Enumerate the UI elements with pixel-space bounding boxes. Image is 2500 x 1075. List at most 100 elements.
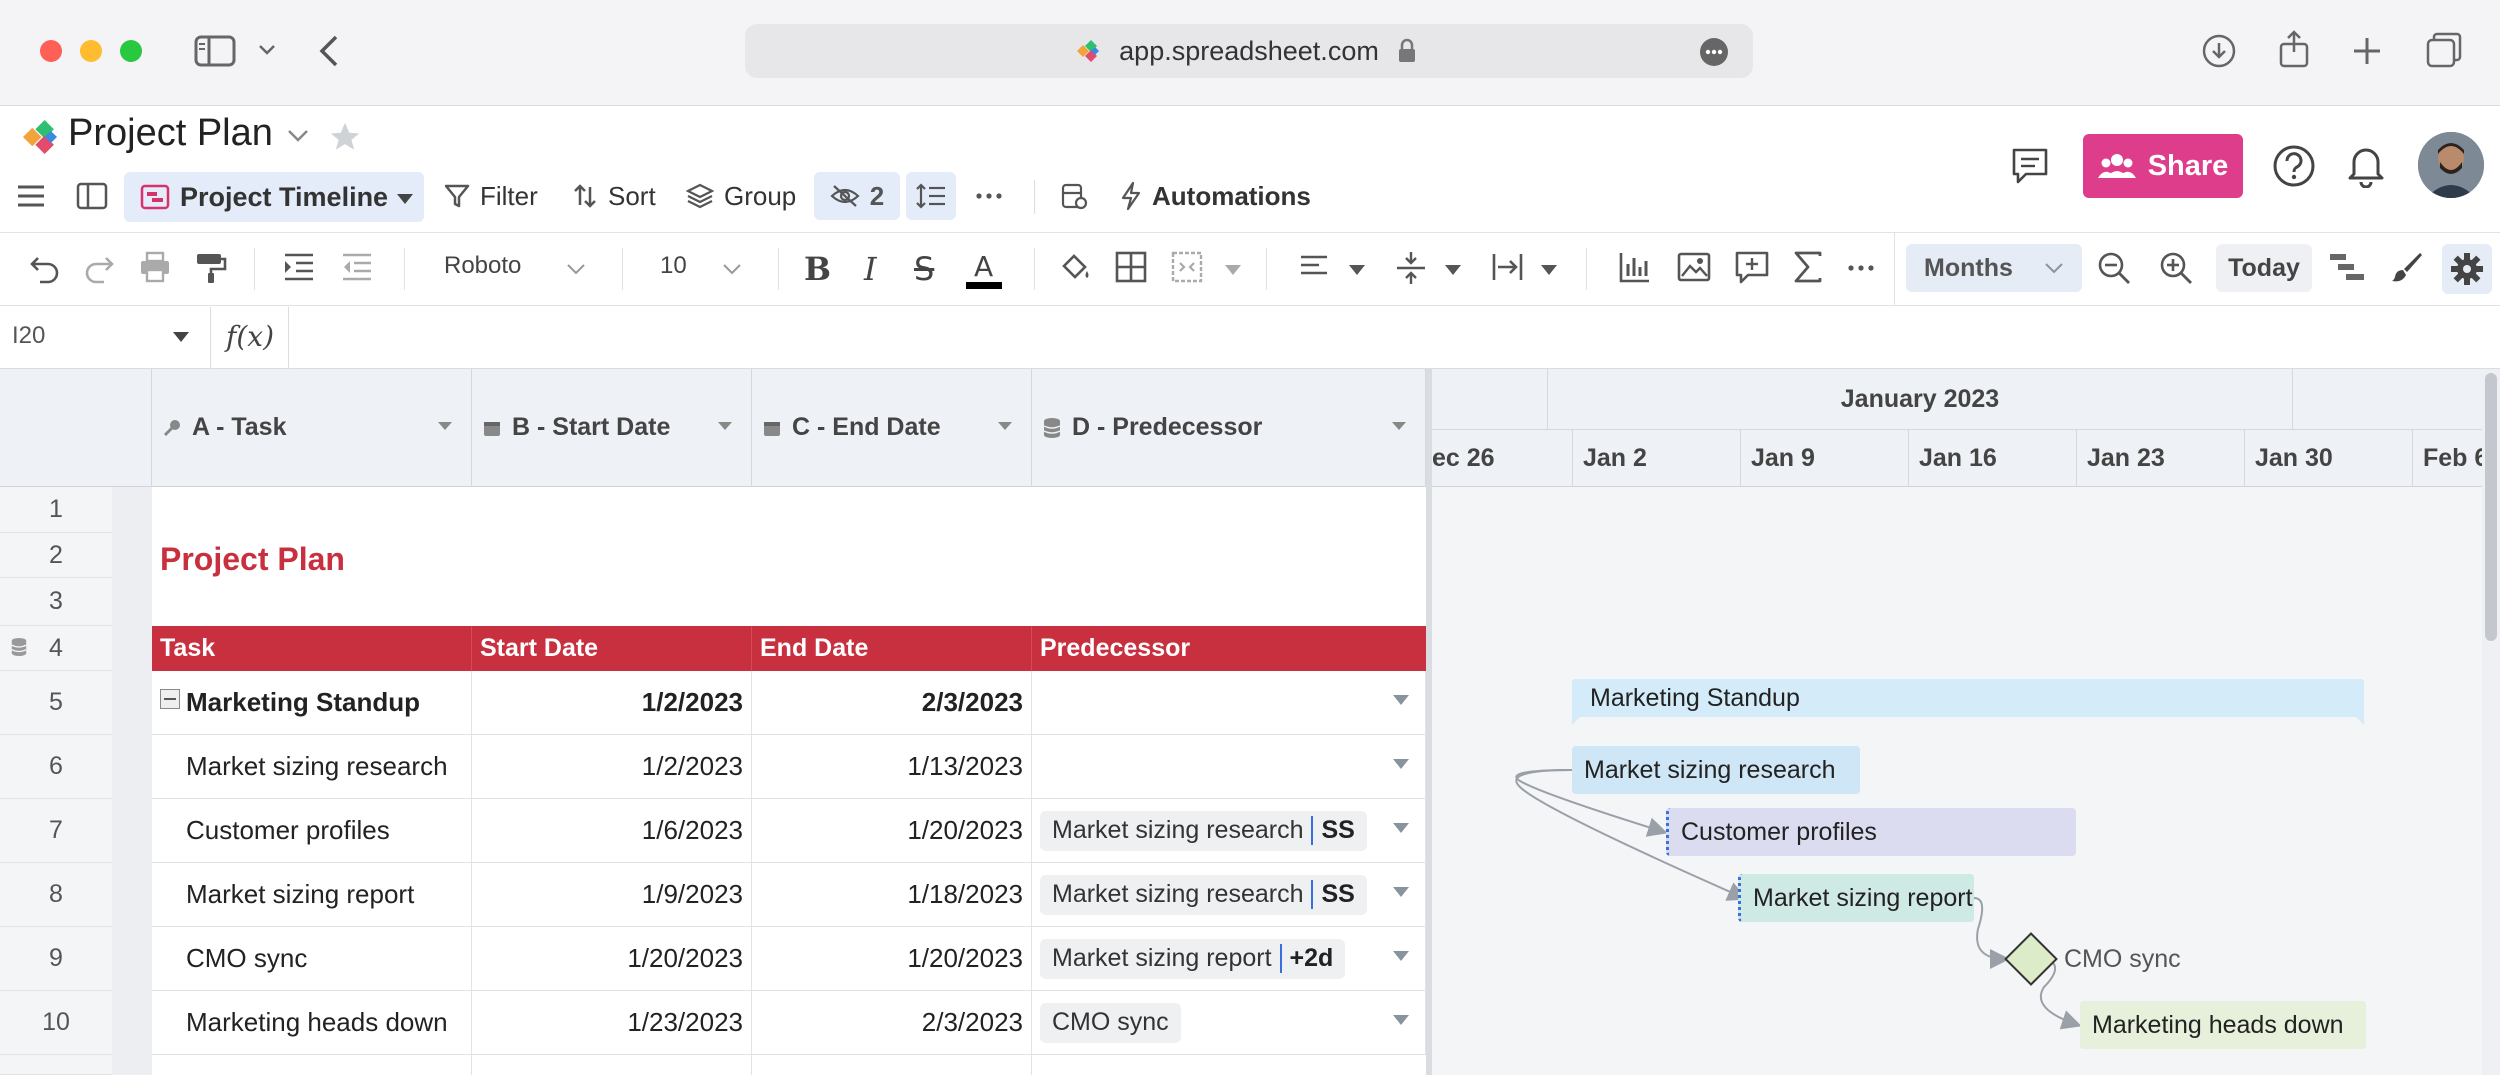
- end-date-cell[interactable]: 1/13/2023: [752, 735, 1032, 799]
- cell-reference[interactable]: I20: [12, 322, 45, 350]
- dropdown-arrow-icon[interactable]: [1393, 951, 1409, 961]
- dropdown-arrow-icon[interactable]: [1393, 1015, 1409, 1025]
- gantt-bar-market-sizing-research[interactable]: Market sizing research: [1572, 746, 1860, 794]
- user-avatar[interactable]: [2418, 132, 2484, 198]
- predecessor-cell[interactable]: [1032, 671, 1426, 735]
- caret-down-icon[interactable]: [1224, 264, 1242, 276]
- undo-icon[interactable]: [28, 250, 66, 288]
- font-size-select[interactable]: 10: [660, 252, 687, 280]
- row-header[interactable]: 10: [0, 991, 112, 1055]
- print-icon[interactable]: [138, 250, 176, 288]
- today-button[interactable]: Today: [2216, 244, 2312, 292]
- automations-button[interactable]: Automations: [1120, 172, 1311, 220]
- gantt-options-icon[interactable]: [2328, 250, 2366, 288]
- scrollbar-thumb[interactable]: [2485, 373, 2497, 641]
- task-cell[interactable]: Marketing Standup: [152, 671, 472, 735]
- view-selector[interactable]: Project Timeline: [124, 172, 424, 222]
- settings-button[interactable]: [2442, 244, 2492, 294]
- minimize-window-button[interactable]: [80, 40, 102, 62]
- row-header[interactable]: 7: [0, 799, 112, 863]
- page-menu-icon[interactable]: [1699, 37, 1729, 67]
- new-tab-icon[interactable]: [2352, 36, 2382, 66]
- column-header-c[interactable]: C - End Date: [752, 369, 1032, 487]
- hidden-fields-button[interactable]: 2: [814, 172, 900, 220]
- dropdown-arrow-icon[interactable]: [1393, 823, 1409, 833]
- predecessor-chip[interactable]: Market sizing report +2d: [1040, 938, 1346, 979]
- download-icon[interactable]: [2202, 34, 2236, 68]
- predecessor-chip[interactable]: Market sizing research SS: [1040, 810, 1367, 851]
- task-cell[interactable]: Marketing heads down: [152, 991, 472, 1055]
- select-all-corner[interactable]: [0, 369, 152, 487]
- align-left-icon[interactable]: [1298, 250, 1336, 288]
- share-page-icon[interactable]: [2278, 30, 2310, 68]
- end-date-cell[interactable]: 1/20/2023: [752, 927, 1032, 991]
- paint-brush-icon[interactable]: [2390, 250, 2428, 288]
- header-cell-predecessor[interactable]: Predecessor: [1032, 626, 1426, 671]
- column-header-d[interactable]: D - Predecessor: [1032, 369, 1426, 487]
- more-horizontal-icon[interactable]: [1848, 264, 1886, 302]
- font-family-select[interactable]: Roboto: [444, 252, 521, 280]
- caret-down-icon[interactable]: [437, 421, 453, 431]
- end-date-cell[interactable]: 2/3/2023: [752, 671, 1032, 735]
- function-icon[interactable]: f(x): [226, 320, 274, 353]
- sidebar-toggle-icon[interactable]: [194, 35, 236, 67]
- italic-icon[interactable]: I: [864, 250, 902, 288]
- zoom-in-icon[interactable]: [2158, 250, 2196, 288]
- task-cell[interactable]: Market sizing report: [152, 863, 472, 927]
- caret-down-icon[interactable]: [1540, 264, 1558, 276]
- comments-icon[interactable]: [2010, 146, 2050, 186]
- gantt-bar-marketing-heads-down[interactable]: Marketing heads down: [2080, 1001, 2366, 1049]
- caret-down-icon[interactable]: [1444, 264, 1462, 276]
- row-header[interactable]: 8: [0, 863, 112, 927]
- share-button[interactable]: Share: [2083, 134, 2243, 198]
- row-header[interactable]: 3: [0, 578, 112, 626]
- row-header[interactable]: 9: [0, 927, 112, 991]
- tab-overview-icon[interactable]: [2426, 32, 2462, 68]
- merge-cells-icon[interactable]: [1170, 250, 1208, 288]
- start-date-cell[interactable]: 1/2/2023: [472, 735, 752, 799]
- back-icon[interactable]: [318, 34, 340, 68]
- end-date-cell[interactable]: 1/20/2023: [752, 799, 1032, 863]
- main-menu-button[interactable]: [16, 172, 46, 220]
- help-icon[interactable]: [2272, 144, 2316, 188]
- timescale-select[interactable]: Months: [1906, 244, 2082, 292]
- borders-icon[interactable]: [1114, 250, 1152, 288]
- notifications-bell-icon[interactable]: [2346, 142, 2386, 188]
- end-date-cell[interactable]: 2/3/2023: [752, 991, 1032, 1055]
- caret-down-icon[interactable]: [1391, 421, 1407, 431]
- chevron-down-icon[interactable]: [566, 263, 586, 275]
- text-wrap-icon[interactable]: [1490, 250, 1528, 288]
- chevron-down-icon[interactable]: [722, 263, 742, 275]
- chevron-down-icon[interactable]: [258, 44, 276, 56]
- predecessor-cell[interactable]: [1032, 735, 1426, 799]
- task-cell[interactable]: CMO sync: [152, 927, 472, 991]
- redo-icon[interactable]: [82, 250, 120, 288]
- row-header[interactable]: [0, 1055, 112, 1075]
- task-cell[interactable]: Market sizing research: [152, 735, 472, 799]
- text-color-icon[interactable]: A: [966, 250, 1004, 289]
- close-window-button[interactable]: [40, 40, 62, 62]
- indent-icon[interactable]: [282, 250, 320, 288]
- predecessor-chip[interactable]: Market sizing research SS: [1040, 874, 1367, 915]
- header-cell-task[interactable]: Task: [152, 626, 472, 671]
- row-header[interactable]: 6: [0, 735, 112, 799]
- row-header[interactable]: 5: [0, 671, 112, 735]
- predecessor-cell[interactable]: Market sizing research SS: [1032, 863, 1426, 927]
- row-header[interactable]: 2: [0, 533, 112, 578]
- caret-down-icon[interactable]: [997, 421, 1013, 431]
- start-date-cell[interactable]: 1/20/2023: [472, 927, 752, 991]
- more-options-button[interactable]: [976, 172, 1002, 220]
- dropdown-arrow-icon[interactable]: [1393, 759, 1409, 769]
- vertical-scrollbar[interactable]: [2482, 369, 2500, 1075]
- row-header[interactable]: 1: [0, 487, 112, 533]
- zoom-out-icon[interactable]: [2096, 250, 2134, 288]
- sheet-title[interactable]: Project Plan: [160, 541, 345, 578]
- bold-icon[interactable]: B: [804, 250, 842, 288]
- end-date-cell[interactable]: 1/18/2023: [752, 863, 1032, 927]
- start-date-cell[interactable]: 1/2/2023: [472, 671, 752, 735]
- start-date-cell[interactable]: 1/9/2023: [472, 863, 752, 927]
- strikethrough-icon[interactable]: S: [914, 250, 952, 288]
- group-button[interactable]: Group: [686, 172, 796, 220]
- apps-button[interactable]: [1060, 172, 1088, 220]
- star-icon[interactable]: [328, 120, 362, 154]
